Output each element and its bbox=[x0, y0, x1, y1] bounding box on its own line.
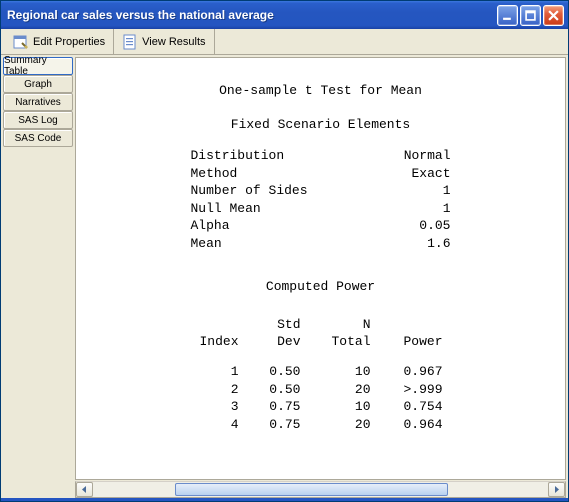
scroll-right-button[interactable] bbox=[548, 482, 565, 497]
chevron-left-icon bbox=[81, 486, 88, 493]
scenario-title: Fixed Scenario Elements bbox=[86, 116, 555, 134]
titlebar: Regional car sales versus the national a… bbox=[1, 1, 568, 29]
chevron-right-icon bbox=[553, 486, 560, 493]
scenario-table: DistributionNormal MethodExact Number of… bbox=[191, 147, 451, 252]
edit-properties-button[interactable]: Edit Properties bbox=[5, 29, 114, 54]
maximize-button[interactable] bbox=[520, 5, 541, 26]
table-row: Alpha0.05 bbox=[191, 217, 451, 235]
sidebar-item-sas-log[interactable]: SAS Log bbox=[3, 111, 73, 129]
sidebar: Summary Table Graph Narratives SAS Log S… bbox=[1, 55, 75, 498]
table-row: Null Mean1 bbox=[191, 200, 451, 218]
window-bottom-border bbox=[1, 498, 568, 501]
scroll-thumb[interactable] bbox=[175, 483, 448, 496]
scroll-track[interactable] bbox=[93, 482, 548, 497]
view-results-button[interactable]: View Results bbox=[114, 29, 214, 54]
sidebar-item-sas-code[interactable]: SAS Code bbox=[3, 129, 73, 147]
window-controls bbox=[497, 5, 564, 26]
properties-icon bbox=[13, 34, 29, 50]
horizontal-scrollbar[interactable] bbox=[75, 481, 566, 498]
table-header-row2: Index Dev Total Power bbox=[181, 333, 461, 351]
table-row: 20.5020>.999 bbox=[181, 381, 461, 399]
results-icon bbox=[122, 34, 138, 50]
table-row: 30.75100.754 bbox=[181, 398, 461, 416]
table-row: 40.75200.964 bbox=[181, 416, 461, 434]
sidebar-item-summary-table[interactable]: Summary Table bbox=[3, 57, 73, 75]
results-pane: One-sample t Test for Mean Fixed Scenari… bbox=[75, 57, 566, 480]
power-table: Std N Index Dev Total Power 10.50100.967… bbox=[181, 316, 461, 433]
toolbar: Edit Properties View Results bbox=[1, 29, 568, 55]
computed-power-title: Computed Power bbox=[86, 278, 555, 296]
table-header-row1: Std N bbox=[181, 316, 461, 334]
table-row: MethodExact bbox=[191, 165, 451, 183]
table-row: Mean1.6 bbox=[191, 235, 451, 253]
table-row: DistributionNormal bbox=[191, 147, 451, 165]
sidebar-item-narratives[interactable]: Narratives bbox=[3, 93, 73, 111]
minimize-button[interactable] bbox=[497, 5, 518, 26]
close-button[interactable] bbox=[543, 5, 564, 26]
window-title: Regional car sales versus the national a… bbox=[7, 8, 497, 22]
table-row: Number of Sides1 bbox=[191, 182, 451, 200]
table-row: 10.50100.967 bbox=[181, 363, 461, 381]
view-results-label: View Results bbox=[142, 36, 205, 48]
sidebar-item-graph[interactable]: Graph bbox=[3, 75, 73, 93]
report-title: One-sample t Test for Mean bbox=[86, 82, 555, 100]
edit-properties-label: Edit Properties bbox=[33, 36, 105, 48]
scroll-left-button[interactable] bbox=[76, 482, 93, 497]
